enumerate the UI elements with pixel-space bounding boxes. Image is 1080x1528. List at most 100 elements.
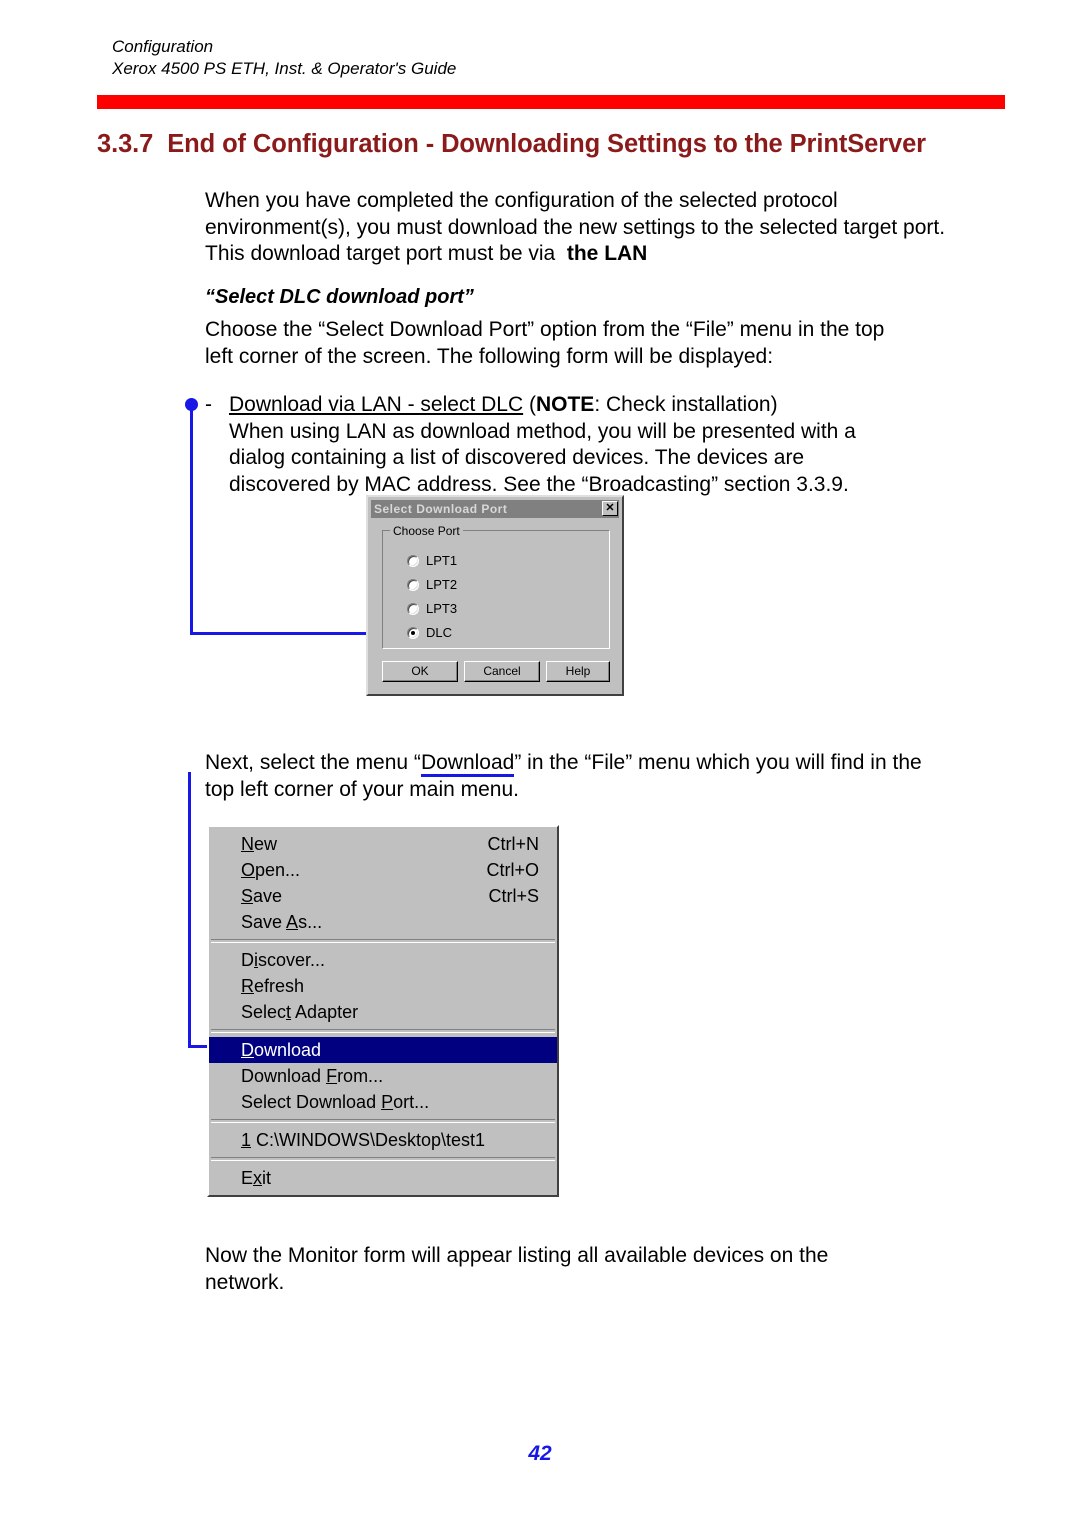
- annotation-line-vertical-1: [190, 407, 193, 635]
- radio-option-lpt1[interactable]: LPT1: [407, 553, 457, 568]
- radio-option-dlc[interactable]: DLC: [407, 625, 452, 640]
- dialog-title: Select Download Port: [374, 502, 508, 516]
- section-number: 3.3.7: [97, 130, 154, 158]
- menu-rest-download-from: rom...: [337, 1065, 384, 1086]
- menu-item-select-download-port[interactable]: Select Download Port...: [209, 1089, 557, 1115]
- closing-line-1: Now the Monitor form will appear listing…: [205, 1244, 829, 1267]
- menu-label-new: New: [241, 834, 487, 855]
- menu-label-discover: Discover...: [241, 950, 539, 971]
- next-download-emphasis: Download: [420, 751, 515, 777]
- menu-item-refresh[interactable]: Refresh: [209, 973, 557, 999]
- menu-separator-2: [211, 1029, 555, 1033]
- radio-label-dlc: DLC: [426, 625, 453, 640]
- menu-separator-3: [211, 1119, 555, 1123]
- bullet-line-3: dialog containing a list of discovered d…: [229, 446, 805, 469]
- menu-accel-key-save: S: [241, 885, 254, 906]
- ok-button[interactable]: OK: [382, 661, 458, 682]
- page-number: 42: [528, 1442, 552, 1465]
- running-header: Configuration Xerox 4500 PS ETH, Inst. &…: [112, 36, 456, 80]
- menu-accel-key-recent-file-1: 1: [241, 1129, 252, 1150]
- menu-item-save-as[interactable]: Save As...: [209, 909, 557, 935]
- menu-label-exit: Exit: [241, 1168, 539, 1189]
- radio-icon-lpt3[interactable]: [407, 602, 419, 615]
- menu-item-download-from[interactable]: Download From...: [209, 1063, 557, 1089]
- choose-port-groupbox: Choose Port LPT1 LPT2 LPT3 DLC: [382, 524, 610, 649]
- menu-label-open: Open...: [241, 860, 486, 881]
- menu-accel-key-download: D: [241, 1039, 254, 1060]
- menu-item-new[interactable]: New Ctrl+N: [209, 831, 557, 857]
- header-red-rule: [97, 95, 1005, 109]
- radio-icon-dlc[interactable]: [407, 626, 419, 639]
- menu-accel-key-refresh: R: [241, 975, 254, 996]
- radio-icon-lpt1[interactable]: [407, 554, 419, 567]
- cancel-button[interactable]: Cancel: [464, 661, 540, 682]
- menu-accel-key-exit: x: [253, 1167, 263, 1188]
- menu-label-save: Save: [241, 886, 488, 907]
- select-download-port-dialog: Select Download Port ✕ Choose Port LPT1 …: [366, 495, 624, 696]
- menu-item-select-adapter[interactable]: Select Adapter: [209, 999, 557, 1025]
- intro-line-1: When you have completed the configuratio…: [205, 189, 838, 212]
- annotation-line-horizontal-1: [190, 632, 382, 635]
- choose-line-2: left corner of the screen. The following…: [205, 344, 774, 368]
- intro-lan-emphasis: the LAN: [566, 242, 648, 265]
- menu-pre-exit: E: [241, 1167, 254, 1188]
- intro-line-3: This download target port must be via th…: [205, 241, 995, 268]
- menu-label-download: Download: [241, 1040, 539, 1061]
- menu-item-discover[interactable]: Discover...: [209, 947, 557, 973]
- bullet-line-2: When using LAN as download method, you w…: [229, 419, 856, 443]
- header-line-guide: Xerox 4500 PS ETH, Inst. & Operator's Gu…: [112, 59, 457, 78]
- help-button[interactable]: Help: [546, 661, 610, 682]
- menu-rest-download: ownload: [254, 1039, 322, 1060]
- intro-line-3-text: This download target port must be via: [205, 242, 556, 265]
- menu-rest-refresh: efresh: [254, 975, 305, 996]
- menu-label-save-as: Save As...: [241, 912, 539, 933]
- menu-item-recent-file-1[interactable]: 1 C:\WINDOWS\Desktop\test1: [209, 1127, 557, 1153]
- intro-paragraph: When you have completed the configuratio…: [205, 188, 995, 268]
- menu-pre-download-from: Download: [241, 1065, 327, 1086]
- menu-label-refresh: Refresh: [241, 976, 539, 997]
- radio-label-lpt2: LPT2: [426, 577, 458, 592]
- bullet-dash: -: [205, 393, 212, 416]
- next-paragraph: Next, select the menu “Download” in the …: [205, 750, 995, 803]
- menu-label-recent-file-1: 1 C:\WINDOWS\Desktop\test1: [241, 1130, 539, 1151]
- menu-separator-4: [211, 1157, 555, 1161]
- radio-label-lpt1: LPT1: [426, 553, 458, 568]
- menu-rest-save-as: s...: [298, 911, 323, 932]
- menu-label-select-adapter: Select Adapter: [241, 1002, 539, 1023]
- annotation-line-vertical-2: [188, 772, 191, 1048]
- menu-rest-save: ave: [253, 885, 283, 906]
- menu-label-select-download-port: Select Download Port...: [241, 1092, 539, 1113]
- bullet-text: Download via LAN - select DLC (NOTE: Che…: [229, 392, 1005, 498]
- menu-shortcut-open: Ctrl+O: [486, 859, 539, 880]
- menu-accel-key-new: N: [241, 833, 254, 854]
- menu-separator-1: [211, 939, 555, 943]
- radio-icon-lpt2[interactable]: [407, 578, 419, 591]
- file-menu-dropdown: New Ctrl+N Open... Ctrl+O Save Ctrl+S Sa…: [207, 825, 559, 1197]
- menu-item-save[interactable]: Save Ctrl+S: [209, 883, 557, 909]
- menu-accel-key-download-from: F: [326, 1065, 338, 1086]
- dialog-titlebar[interactable]: Select Download Port ✕: [371, 500, 619, 518]
- next-line-1-post: ” in the “File” menu which you will find…: [514, 751, 922, 774]
- menu-rest-select-adapter: Adapter: [291, 1001, 359, 1022]
- menu-shortcut-new: Ctrl+N: [487, 833, 539, 854]
- menu-rest-discover: scover...: [258, 949, 326, 970]
- radio-option-lpt2[interactable]: LPT2: [407, 577, 457, 592]
- menu-accel-key-open: O: [241, 859, 256, 880]
- bullet-note-label: NOTE: [535, 393, 595, 416]
- menu-item-exit[interactable]: Exit: [209, 1165, 557, 1191]
- next-line-2: top left corner of your main menu.: [205, 777, 519, 801]
- closing-line-2: network.: [205, 1270, 285, 1294]
- menu-rest-new: ew: [254, 833, 278, 854]
- choose-paragraph: Choose the “Select Download Port” option…: [205, 317, 995, 370]
- menu-item-open[interactable]: Open... Ctrl+O: [209, 857, 557, 883]
- radio-option-lpt3[interactable]: LPT3: [407, 601, 457, 616]
- close-icon[interactable]: ✕: [602, 501, 618, 516]
- menu-item-download[interactable]: Download: [209, 1037, 557, 1063]
- subsection-heading: “Select DLC download port”: [205, 286, 474, 308]
- closing-paragraph: Now the Monitor form will appear listing…: [205, 1243, 995, 1296]
- intro-line-2: environment(s), you must download the ne…: [205, 215, 946, 239]
- menu-rest-select-download-port: ort...: [393, 1091, 430, 1112]
- bullet-item: - Download via LAN - select DLC (NOTE: C…: [205, 392, 1005, 498]
- menu-rest-exit: it: [262, 1167, 272, 1188]
- menu-accel-key-save-as: A: [286, 911, 299, 932]
